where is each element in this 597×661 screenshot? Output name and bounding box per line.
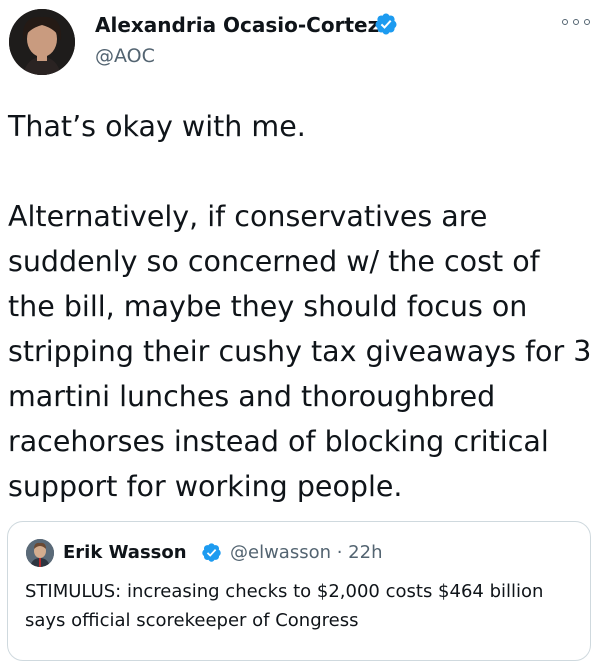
- more-options-icon[interactable]: [562, 12, 590, 32]
- quoted-author-handle-time: @elwasson · 22h: [230, 542, 383, 563]
- quoted-author-name: Erik Wasson: [63, 542, 187, 563]
- verified-badge-icon: [202, 543, 221, 562]
- author-name[interactable]: Alexandria Ocasio-Cortez: [95, 12, 379, 38]
- quoted-author-avatar: [26, 539, 54, 567]
- dot: [584, 19, 590, 25]
- tweet-text: That’s okay with me. Alternatively, if c…: [8, 110, 592, 503]
- dot: [562, 19, 568, 25]
- dot: [573, 19, 579, 25]
- quoted-tweet-text: STIMULUS: increasing checks to $2,000 co…: [25, 581, 544, 631]
- author-avatar[interactable]: [9, 9, 75, 75]
- quoted-tweet-card[interactable]: Erik Wasson @elwasson · 22h STIMULUS: in…: [7, 521, 591, 661]
- author-handle[interactable]: @AOC: [95, 44, 155, 68]
- verified-badge-icon: [375, 13, 397, 35]
